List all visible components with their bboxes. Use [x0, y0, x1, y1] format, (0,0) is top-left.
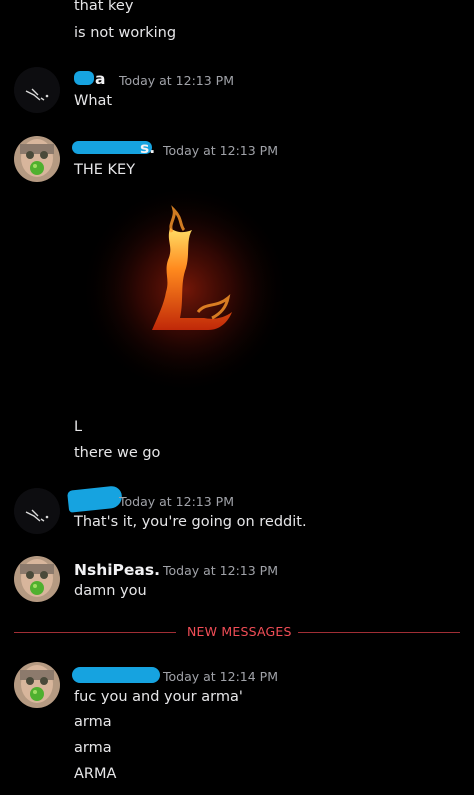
flaming-letter-image[interactable] — [80, 180, 290, 390]
face-avatar-icon — [14, 662, 60, 708]
avatar[interactable] — [14, 136, 60, 182]
flaming-letter-graphic — [80, 180, 290, 390]
avatar[interactable] — [14, 662, 60, 708]
avatar[interactable] — [14, 488, 60, 534]
face-avatar-icon — [14, 136, 60, 182]
face-avatar-icon — [14, 556, 60, 602]
new-messages-divider: NEW MESSAGES — [187, 624, 292, 639]
message-text: arma — [74, 740, 112, 756]
message-text: THE KEY — [74, 162, 136, 178]
author-name[interactable]: a — [95, 70, 105, 88]
dragon-sketch-icon — [14, 67, 60, 113]
dragon-sketch-icon — [14, 488, 60, 534]
timestamp: Today at 12:13 PM — [163, 563, 278, 578]
timestamp: Today at 12:13 PM — [163, 143, 278, 158]
redacted-name — [72, 667, 160, 683]
message-text: That's it, you're going on reddit. — [74, 514, 307, 530]
author-name[interactable]: s. — [140, 139, 155, 157]
message-text: L — [74, 419, 83, 435]
timestamp: Today at 12:13 PM — [119, 73, 234, 88]
divider-line-left — [14, 632, 176, 633]
avatar[interactable] — [14, 556, 60, 602]
timestamp: Today at 12:14 PM — [163, 669, 278, 684]
message-text: is not working — [74, 25, 177, 41]
message-text: there we go — [74, 445, 161, 461]
redacted-name — [74, 71, 94, 85]
divider-line-right — [298, 632, 460, 633]
message-text: damn you — [74, 583, 147, 599]
message-text: that key — [74, 0, 134, 14]
author-name[interactable]: NshiPeas. — [74, 561, 160, 579]
timestamp: Today at 12:13 PM — [119, 494, 234, 509]
message-text: fuc you and your arma' — [74, 689, 243, 705]
message-text: arma — [74, 714, 112, 730]
message-text: What — [74, 93, 113, 109]
avatar[interactable] — [14, 67, 60, 113]
message-text: ARMA — [74, 766, 117, 782]
redacted-name — [66, 485, 124, 513]
